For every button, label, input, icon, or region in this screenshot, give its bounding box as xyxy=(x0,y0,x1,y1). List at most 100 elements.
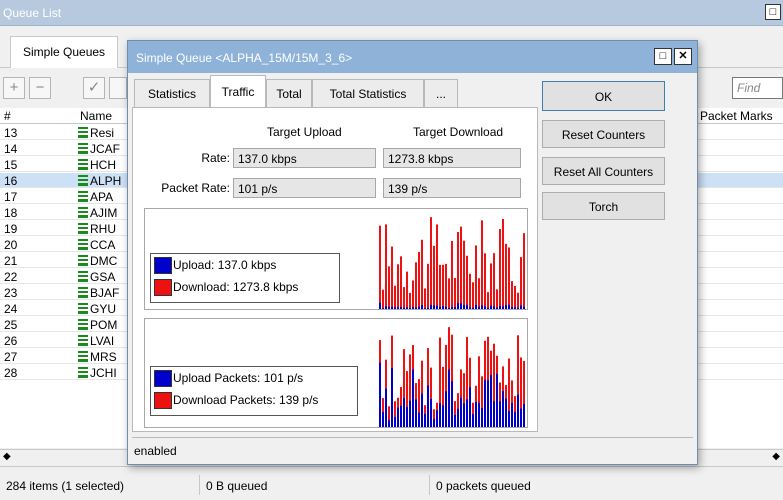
download-bar xyxy=(442,264,444,309)
upload-bar xyxy=(472,414,474,427)
row-number: 17 xyxy=(4,190,18,204)
row-number: 22 xyxy=(4,270,18,284)
tab-total[interactable]: Total xyxy=(266,79,312,107)
download-bar xyxy=(463,240,465,309)
column-header-packet-marks[interactable]: Packet Marks xyxy=(700,109,773,123)
row-name: POM xyxy=(90,318,118,332)
upload-bar xyxy=(469,307,471,309)
add-icon[interactable]: + xyxy=(3,77,25,99)
upload-bar xyxy=(499,306,501,309)
scroll-right-icon[interactable]: ◆ xyxy=(772,451,780,462)
dialog-status: enabled xyxy=(132,437,693,462)
download-bar xyxy=(433,245,435,309)
download-bar xyxy=(430,217,432,309)
target-download-header: Target Download xyxy=(413,125,504,139)
download-bar xyxy=(454,277,456,309)
tab-more[interactable]: ... xyxy=(424,79,458,107)
download-bar xyxy=(508,247,510,309)
queue-icon xyxy=(78,287,88,298)
restore-icon[interactable]: □ xyxy=(654,48,672,65)
column-header-num[interactable]: # xyxy=(4,109,11,123)
upload-bar xyxy=(436,305,438,309)
reset-counters-button[interactable]: Reset Counters xyxy=(542,120,665,148)
torch-button[interactable]: Torch xyxy=(542,192,665,220)
dialog-title: Simple Queue <ALPHA_15M/15M_3_6> xyxy=(136,51,353,65)
queue-icon xyxy=(78,223,88,234)
enable-icon[interactable]: ✓ xyxy=(83,77,105,99)
upload-bar xyxy=(424,308,426,309)
remove-icon[interactable]: − xyxy=(29,77,51,99)
download-bar xyxy=(493,253,495,309)
tab-total-statistics[interactable]: Total Statistics xyxy=(312,79,424,107)
simple-queue-dialog: Simple Queue <ALPHA_15M/15M_3_6> □ ✕ Sta… xyxy=(127,40,698,465)
row-name: GSA xyxy=(90,270,116,284)
download-bar xyxy=(379,225,381,309)
row-number: 27 xyxy=(4,350,18,364)
row-name: APA xyxy=(90,190,114,204)
download-bar xyxy=(439,264,441,309)
queue-icon xyxy=(78,207,88,218)
upload-bar xyxy=(481,305,483,309)
upload-bar xyxy=(481,407,483,427)
upload-bar xyxy=(445,306,447,309)
upload-bar xyxy=(463,403,465,427)
tab-statistics[interactable]: Statistics xyxy=(134,79,210,107)
upload-bar xyxy=(442,405,444,427)
find-input[interactable]: Find xyxy=(732,77,783,99)
upload-bar xyxy=(406,407,408,427)
dialog-titlebar[interactable]: Simple Queue <ALPHA_15M/15M_3_6> □ ✕ xyxy=(128,41,697,73)
upload-bar xyxy=(493,401,495,427)
upload-bar xyxy=(409,400,411,427)
queue-list-title: Queue List xyxy=(3,6,62,20)
reset-all-counters-button[interactable]: Reset All Counters xyxy=(542,157,665,185)
download-bar xyxy=(517,292,519,309)
queue-icon xyxy=(78,143,88,154)
row-name: Resi xyxy=(90,126,115,140)
upload-bar xyxy=(484,379,486,427)
upload-bar xyxy=(391,368,393,427)
download-bar xyxy=(388,266,390,309)
upload-bar xyxy=(448,369,450,427)
row-name: MRS xyxy=(90,350,117,364)
queue-icon xyxy=(78,303,88,314)
upload-bar xyxy=(379,302,381,309)
legend-upload: Upload: 137.0 kbps xyxy=(151,254,339,276)
tab-traffic[interactable]: Traffic xyxy=(210,75,266,107)
row-number: 24 xyxy=(4,302,18,316)
close-icon[interactable]: ✕ xyxy=(674,48,692,65)
status-queued: 0 B queued xyxy=(200,475,430,495)
download-bar xyxy=(499,229,501,309)
upload-bar xyxy=(439,403,441,427)
queue-list-close-icon[interactable]: □ xyxy=(765,4,781,20)
download-bar xyxy=(496,289,498,309)
upload-bar xyxy=(466,304,468,309)
packet-rate-label: Packet Rate: xyxy=(161,181,230,195)
download-bar xyxy=(445,263,447,309)
upload-bar xyxy=(460,303,462,309)
row-name: HCH xyxy=(90,158,116,172)
column-header-name[interactable]: Name xyxy=(80,109,112,123)
upload-bar xyxy=(412,306,414,309)
row-number: 25 xyxy=(4,318,18,332)
upload-bar xyxy=(418,306,420,309)
disable-icon[interactable] xyxy=(109,77,127,99)
packet-rate-download-value: 139 p/s xyxy=(383,178,521,198)
scroll-left-icon[interactable]: ◆ xyxy=(3,451,11,462)
upload-bar xyxy=(523,404,525,427)
upload-bar xyxy=(433,305,435,309)
upload-bar xyxy=(406,307,408,309)
upload-bar xyxy=(502,306,504,309)
upload-bar xyxy=(385,388,387,427)
tab-simple-queues[interactable]: Simple Queues xyxy=(10,36,118,68)
upload-bar xyxy=(463,305,465,309)
upload-bar xyxy=(430,398,432,427)
upload-bar xyxy=(478,402,480,427)
ok-button[interactable]: OK xyxy=(542,81,665,111)
upload-bar xyxy=(454,414,456,427)
row-number: 15 xyxy=(4,158,18,172)
row-name: ALPH xyxy=(90,174,122,188)
packets-graph: Upload Packets: 101 p/s Download Packets… xyxy=(144,318,528,428)
upload-bar xyxy=(391,306,393,309)
download-bar xyxy=(382,289,384,309)
download-packets-swatch xyxy=(154,392,172,409)
